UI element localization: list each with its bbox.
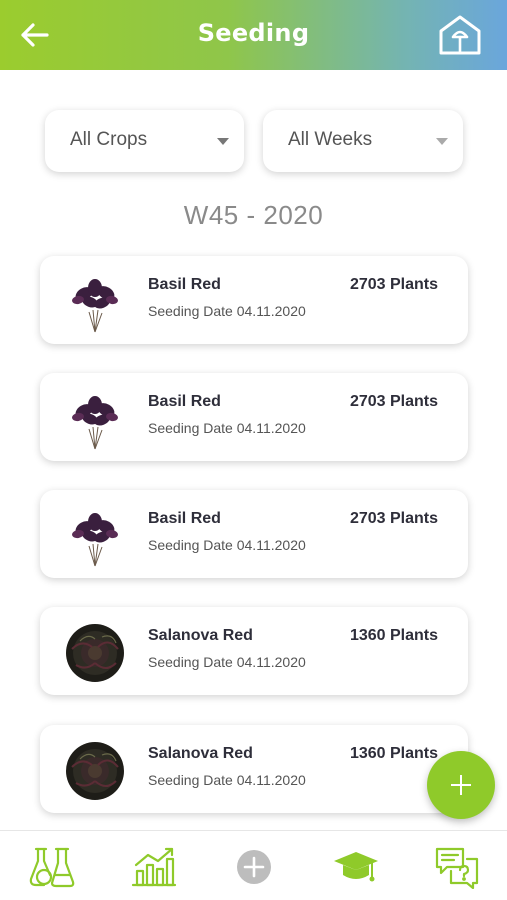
plant-count: 1360 Plants [349, 627, 438, 644]
crop-name: Salanova Red [148, 627, 253, 644]
basil-red-image [72, 279, 118, 333]
weeks-dropdown[interactable]: All Weeks [263, 110, 463, 172]
bottom-navigation [0, 830, 507, 900]
add-seeding-button[interactable] [427, 751, 495, 819]
weeks-dropdown-value: All Weeks [288, 129, 373, 150]
crop-name: Basil Red [148, 276, 221, 293]
seeding-date: Seeding Date 04.11.2020 [148, 654, 306, 670]
nav-lab[interactable] [28, 845, 76, 889]
salanova-red-image [66, 624, 124, 682]
nav-help[interactable] [433, 845, 481, 890]
seeding-card[interactable]: Basil Red Seeding Date 04.11.2020 2703 P… [40, 490, 468, 578]
seeding-date: Seeding Date 04.11.2020 [148, 537, 306, 553]
seeding-card[interactable]: Basil Red Seeding Date 04.11.2020 2703 P… [40, 256, 468, 344]
seeding-card[interactable]: Salanova Red Seeding Date 04.11.2020 136… [40, 725, 468, 813]
nav-add[interactable] [230, 845, 278, 889]
seeding-date: Seeding Date 04.11.2020 [148, 420, 306, 436]
crop-name: Salanova Red [148, 745, 253, 762]
basil-red-image [72, 396, 118, 450]
help-chat-icon [435, 847, 479, 890]
plant-count: 2703 Plants [349, 276, 438, 293]
plus-icon [460, 775, 462, 795]
crops-dropdown[interactable]: All Crops [45, 110, 244, 172]
greenhouse-icon [439, 15, 481, 55]
week-heading: W45 - 2020 [183, 200, 324, 230]
lab-flasks-icon [29, 847, 75, 888]
seeding-card[interactable]: Basil Red Seeding Date 04.11.2020 2703 P… [40, 373, 468, 461]
page-title: Seeding [197, 19, 310, 47]
salanova-red-image [66, 742, 124, 800]
graduation-cap-icon [334, 852, 378, 882]
plant-count: 2703 Plants [349, 510, 438, 527]
crop-name: Basil Red [148, 393, 221, 410]
filter-bar: All Crops All Weeks [45, 110, 463, 172]
app-header: Seeding [0, 0, 507, 70]
nav-academy[interactable] [332, 845, 380, 889]
chevron-down-icon [436, 138, 448, 145]
add-circle-icon [237, 850, 271, 884]
crop-name: Basil Red [148, 510, 221, 527]
seeding-date: Seeding Date 04.11.2020 [148, 772, 306, 788]
greenhouse-button[interactable] [436, 13, 484, 57]
crops-dropdown-value: All Crops [70, 129, 148, 150]
plant-count: 1360 Plants [349, 745, 438, 762]
seeding-card[interactable]: Salanova Red Seeding Date 04.11.2020 136… [40, 607, 468, 695]
chevron-down-icon [217, 138, 229, 145]
nav-statistics[interactable] [130, 845, 178, 889]
basil-red-image [72, 513, 118, 567]
seeding-date: Seeding Date 04.11.2020 [148, 303, 306, 319]
bar-chart-icon [131, 847, 177, 887]
plant-count: 2703 Plants [349, 393, 438, 410]
